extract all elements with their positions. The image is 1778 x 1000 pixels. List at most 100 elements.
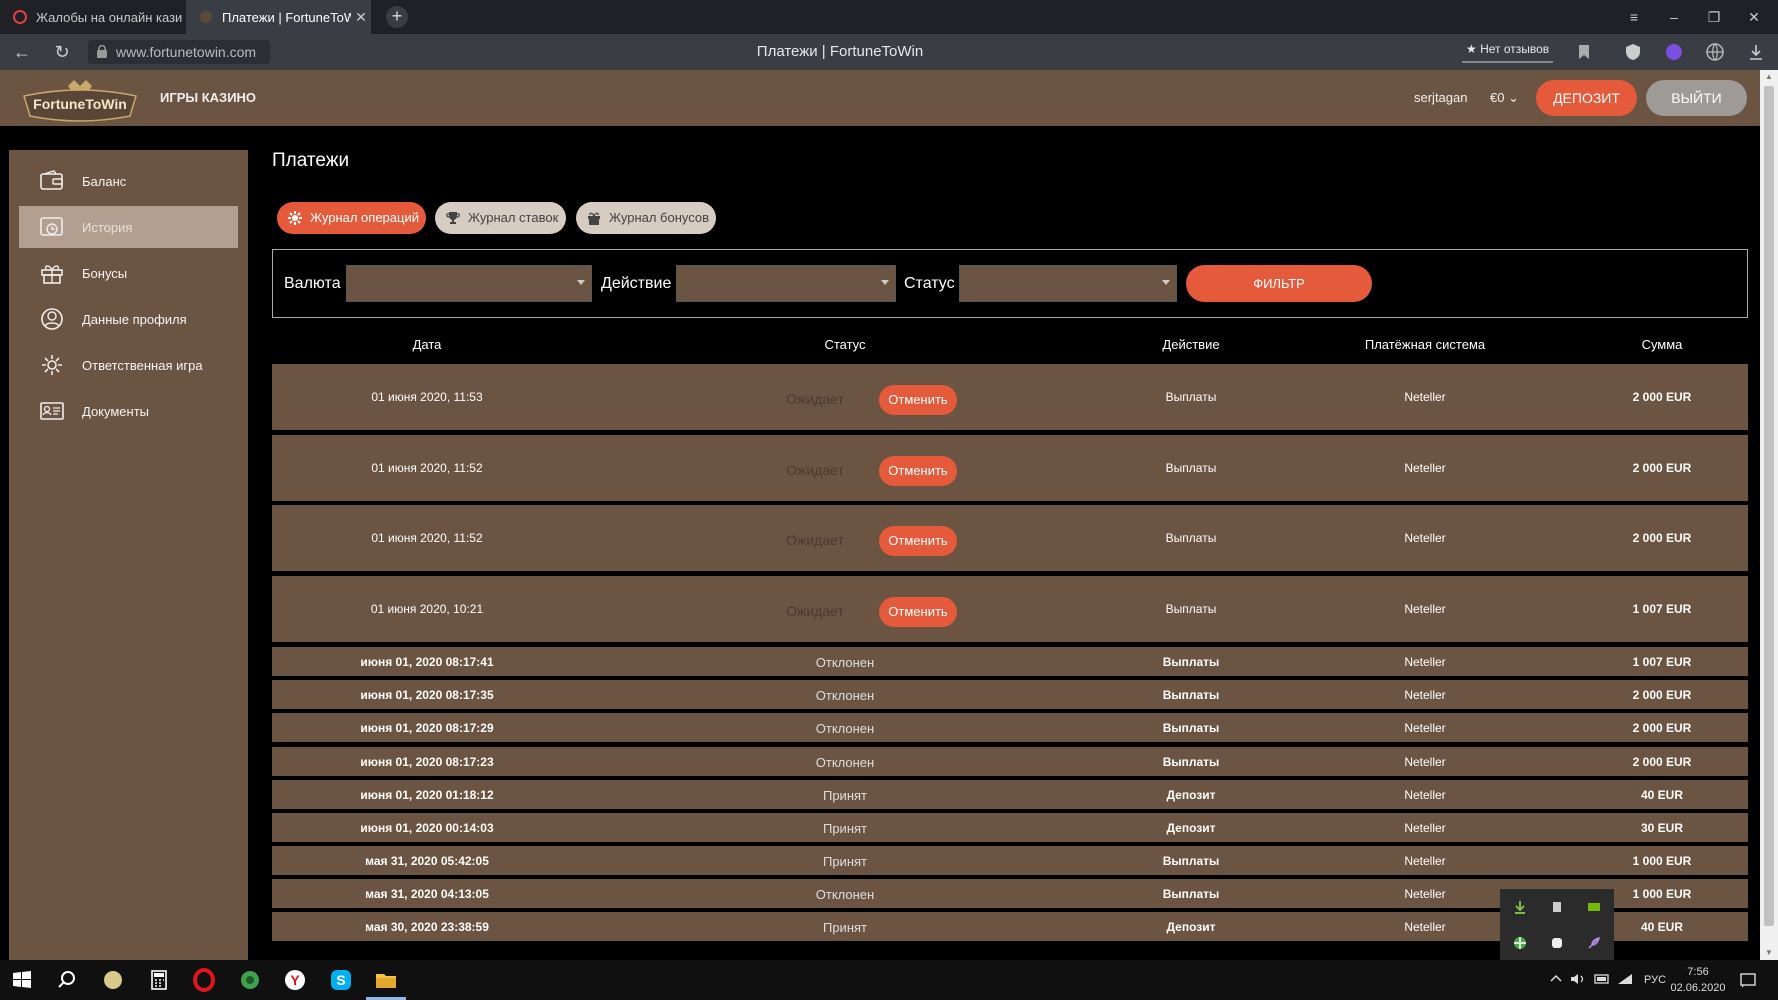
wallet-icon: [39, 169, 65, 193]
tab-payments[interactable]: Платежи | FortuneToWi ✕: [186, 0, 371, 34]
history-icon: [39, 215, 65, 239]
bookmark-icon[interactable]: [1574, 42, 1594, 62]
account-sidebar: Баланс История Бонусы Данные профиля Отв…: [9, 150, 248, 960]
deposit-button[interactable]: ДЕПОЗИТ: [1536, 80, 1637, 116]
volume-icon[interactable]: [1569, 970, 1587, 988]
reviews-button[interactable]: ★ Нет отзывов: [1462, 39, 1554, 63]
casino-games-link[interactable]: ИГРЫ КАЗИНО: [160, 70, 256, 126]
filter-button[interactable]: ФИЛЬТР: [1186, 265, 1372, 302]
clock-time[interactable]: 7:56: [1668, 966, 1728, 978]
sidebar-item-history[interactable]: История: [19, 206, 238, 248]
gear-icon: [287, 210, 303, 226]
battery-icon[interactable]: [1593, 970, 1611, 988]
close-icon[interactable]: ✕: [351, 9, 371, 26]
windows-start-icon[interactable]: [10, 968, 34, 992]
svg-text:Y: Y: [290, 972, 300, 988]
username[interactable]: serjtagan: [1414, 70, 1467, 126]
search-icon[interactable]: [55, 968, 79, 992]
extension-icon[interactable]: [1664, 42, 1684, 62]
download-icon[interactable]: [1746, 42, 1766, 62]
row-status: Ожидает: [786, 532, 844, 548]
sidebar-item-profile[interactable]: Данные профиля: [19, 298, 238, 340]
tab-label: Журнал бонусов: [609, 210, 710, 225]
back-icon[interactable]: ←: [4, 34, 40, 70]
row-status: Ожидает: [786, 391, 844, 407]
yandex-browser-icon[interactable]: Y: [283, 968, 307, 992]
table-row: 01 июня 2020, 11:52 Ожидает Отменить Вып…: [272, 435, 1748, 501]
sidebar-item-responsible-gaming[interactable]: Ответственная игра: [19, 344, 238, 386]
table-row: июня 01, 2020 01:18:12 Принят Депозит Ne…: [272, 780, 1748, 809]
shield-icon[interactable]: [1623, 42, 1643, 62]
column-header-amount: Сумма: [1641, 337, 1683, 352]
logout-button[interactable]: ВЫЙТИ: [1646, 80, 1747, 116]
row-date: 01 июня 2020, 11:52: [371, 531, 483, 545]
sidebar-item-label: Данные профиля: [82, 311, 187, 327]
url-field[interactable]: www.fortunetowin.com: [88, 40, 270, 64]
reload-icon[interactable]: ↻: [44, 34, 80, 70]
clock-date[interactable]: 02.06.2020: [1668, 982, 1728, 994]
logo-text: FortuneToWin: [33, 96, 127, 112]
scroll-down-icon[interactable]: ▼: [1760, 946, 1778, 960]
currency-dropdown[interactable]: €0 ⌄: [1490, 70, 1519, 126]
row-amount: 40 EUR: [1640, 788, 1684, 802]
row-date: мая 30, 2020 23:38:59: [365, 920, 489, 934]
cancel-button[interactable]: Отменить: [879, 385, 957, 415]
ccleaner-icon[interactable]: [101, 968, 125, 992]
row-payment-system: Neteller: [1404, 688, 1446, 702]
tab-bonus-log[interactable]: Журнал бонусов: [576, 202, 716, 234]
row-action: Депозит: [1166, 821, 1216, 835]
scrollbar-thumb[interactable]: [1764, 86, 1774, 926]
row-payment-system: Neteller: [1404, 390, 1446, 404]
nvidia-icon[interactable]: [1587, 900, 1601, 914]
svg-text:S: S: [336, 972, 345, 988]
lock-icon: [97, 45, 107, 58]
chevron-up-icon[interactable]: [1547, 970, 1565, 988]
column-header-status: Статус: [824, 337, 866, 352]
sidebar-item-documents[interactable]: Документы: [19, 390, 238, 432]
action-select[interactable]: [676, 265, 896, 302]
status-select[interactable]: [959, 265, 1177, 302]
game-launcher-icon[interactable]: [238, 968, 262, 992]
globe-icon[interactable]: [1705, 42, 1725, 62]
row-action: Выплаты: [1165, 602, 1217, 616]
notifications-icon[interactable]: [1738, 970, 1758, 990]
new-tab-button[interactable]: +: [386, 6, 408, 28]
page-scrollbar[interactable]: ▲ ▼: [1760, 70, 1778, 960]
opera-icon[interactable]: [192, 968, 216, 992]
calculator-icon[interactable]: [147, 968, 171, 992]
cancel-button[interactable]: Отменить: [879, 526, 957, 556]
sidebar-item-label: История: [82, 219, 133, 235]
cancel-button[interactable]: Отменить: [879, 597, 957, 627]
fortunetowin-logo[interactable]: FortuneToWin: [18, 76, 142, 126]
skype-icon[interactable]: S: [329, 968, 353, 992]
sidebar-item-bonuses[interactable]: Бонусы: [19, 252, 238, 294]
currency-select[interactable]: [346, 265, 592, 302]
cloud-icon[interactable]: [1550, 936, 1564, 950]
tab-bets-log[interactable]: Журнал ставок: [435, 202, 566, 234]
column-header-action: Действие: [1162, 337, 1220, 352]
gear-icon: [39, 353, 65, 377]
chevron-down-icon: [881, 280, 889, 285]
close-window-icon[interactable]: ✕: [1734, 0, 1774, 34]
row-date: июня 01, 2020 01:18:12: [360, 788, 494, 802]
menu-icon[interactable]: ≡: [1614, 0, 1654, 34]
usb-device-icon[interactable]: [1550, 900, 1564, 914]
tab-complaints[interactable]: Жалобы на онлайн казин: [0, 0, 183, 34]
url-text: www.fortunetowin.com: [116, 44, 257, 60]
wifi-icon[interactable]: [1616, 970, 1634, 988]
minimize-icon[interactable]: –: [1654, 0, 1694, 34]
tab-operations-log[interactable]: Журнал операций: [277, 202, 426, 234]
feather-icon[interactable]: [1587, 936, 1601, 950]
cancel-button[interactable]: Отменить: [879, 456, 957, 486]
security-icon[interactable]: [1513, 936, 1527, 950]
gift-icon: [39, 261, 65, 285]
file-explorer-icon[interactable]: [374, 968, 398, 992]
row-amount: 1 007 EUR: [1632, 602, 1692, 616]
trophy-icon: [445, 210, 461, 226]
row-amount: 2 000 EUR: [1632, 755, 1692, 769]
download-arrow-icon[interactable]: [1513, 900, 1527, 914]
restore-icon[interactable]: ❐: [1694, 0, 1734, 34]
sidebar-item-balance[interactable]: Баланс: [19, 160, 238, 202]
scroll-up-icon[interactable]: ▲: [1760, 70, 1778, 84]
language-indicator[interactable]: РУС: [1640, 974, 1670, 986]
